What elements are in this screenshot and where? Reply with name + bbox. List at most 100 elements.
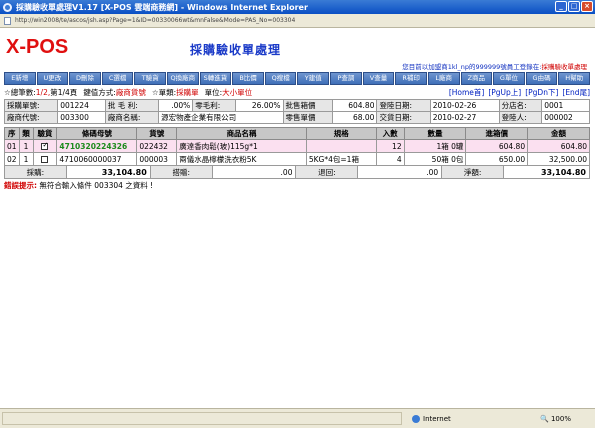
toolbar-button-unit[interactable]: G單位: [493, 72, 525, 85]
table-row[interactable]: 01 1 4710320224326 022432 廣達香肉鬆(玻)115g*1…: [4, 139, 590, 153]
toolbar-button-vendor[interactable]: L廠商: [427, 72, 460, 85]
ie-icon: [3, 2, 12, 12]
table-row[interactable]: 02 1 4710060000037 000003 兩儀水晶檸檬洗衣粉5K 5K…: [4, 152, 590, 166]
status-text-area: [2, 412, 402, 425]
column-header: 貨號: [136, 127, 178, 140]
zoom-control[interactable]: 🔍 100%: [540, 415, 571, 423]
login-user-field[interactable]: 000002: [541, 111, 590, 124]
column-header: 驗貨: [32, 127, 58, 140]
toolbar-button-product[interactable]: Z商品: [460, 72, 493, 85]
minimize-button[interactable]: _: [555, 1, 567, 12]
delivery-date-field[interactable]: 2010-02-27: [429, 111, 500, 124]
column-header: 進箱價: [465, 127, 529, 140]
branch-field[interactable]: 0001: [541, 99, 590, 112]
toolbar-button-reprint[interactable]: R補印: [395, 72, 427, 85]
column-header: 類: [18, 127, 34, 140]
column-header: 序: [4, 127, 20, 140]
row-code: 000003: [136, 152, 178, 166]
row-qty[interactable]: 1箱 0罐: [403, 139, 467, 153]
verify-checkbox[interactable]: [41, 156, 49, 163]
row-type: 1: [18, 139, 34, 153]
toolbar-button-delete[interactable]: D刪除: [69, 72, 101, 85]
vendor-code-field[interactable]: 003300: [57, 111, 106, 124]
retail-price-label: 零售單價: [282, 111, 334, 124]
nav-end-link[interactable]: [End尾]: [562, 87, 590, 98]
address-url[interactable]: http://win2008/te/ascos/jsh.asp?Page=1&I…: [15, 17, 295, 24]
column-header: 數量: [403, 127, 467, 140]
page-label: 第1/4頁: [50, 88, 78, 97]
row-type: 1: [18, 152, 34, 166]
toolbar-button-compare[interactable]: B比價: [232, 72, 264, 85]
globe-icon: [412, 415, 420, 423]
toolbar-button-check-qty[interactable]: V查量: [362, 72, 395, 85]
row-seq: 02: [4, 152, 20, 166]
toolbar-button-verify[interactable]: T驗貨: [134, 72, 167, 85]
vendor-code-label: 廠商代號:: [3, 111, 59, 124]
user-status-suffix: 採購驗收單處理: [541, 63, 588, 71]
toolbar-button-to-purchase[interactable]: S轉進貨: [199, 72, 232, 85]
toolbar-button-update[interactable]: U更改: [36, 72, 69, 85]
zoom-level[interactable]: 100%: [551, 415, 571, 423]
items-table: 序 類 驗貨 條碼母號 貨號 商品名稱 規格 入數 數量 進箱價 金額 01 1…: [4, 127, 590, 166]
toolbar-button-change-vendor[interactable]: Q換廠商: [167, 72, 199, 85]
row-seq: 01: [4, 139, 20, 153]
purchase-total-value: 33,104.80: [65, 165, 151, 179]
type-label: ☆單類:: [151, 88, 177, 97]
unit-value: 大小單位: [222, 88, 253, 97]
login-user-label: 登陸人:: [498, 111, 543, 124]
nav-home-link[interactable]: [Home首]: [449, 87, 485, 98]
column-header: 條碼母號: [56, 127, 138, 140]
row-pack: 4: [375, 152, 405, 166]
vendor-name-field[interactable]: 源宏物產企業有限公司: [158, 111, 284, 124]
table-header-row: 序 類 驗貨 條碼母號 貨號 商品名稱 規格 入數 數量 進箱價 金額: [4, 127, 590, 140]
maximize-button[interactable]: □: [568, 1, 580, 12]
row-qty[interactable]: 50箱 0包: [403, 152, 467, 166]
close-button[interactable]: ×: [581, 1, 593, 12]
row-spec: 5KG*4包=1箱: [305, 152, 377, 166]
row-cost: 604.80: [465, 139, 529, 153]
row-amount: 604.80: [527, 139, 590, 153]
nav-pgdn-link[interactable]: [PgDn下]: [525, 87, 558, 98]
batch-margin-label: 批 毛 利:: [104, 99, 160, 112]
order-no-field[interactable]: 001224: [57, 99, 106, 112]
batch-margin-field[interactable]: .00%: [158, 99, 194, 112]
vendor-name-label: 廠商名稱:: [104, 111, 160, 124]
nav-pgup-link[interactable]: [PgUp上]: [488, 87, 521, 98]
error-message: 無符合輸入條件 003304 之資料 !: [39, 181, 154, 190]
row-verify-cell: [32, 152, 58, 166]
net-value: 33,104.80: [503, 165, 590, 179]
zone-label: Internet: [423, 415, 451, 423]
row-barcode: 4710320224326: [56, 139, 138, 153]
page-title: 採購驗收單處理: [190, 43, 282, 57]
batch-box-price-label: 批售箱價: [282, 99, 334, 112]
toolbar-button-query[interactable]: P查調: [330, 72, 362, 85]
verify-checkbox[interactable]: [41, 141, 49, 150]
zero-margin-label: 零毛利:: [192, 99, 236, 112]
security-zone: Internet: [412, 415, 451, 423]
toolbar-button-search[interactable]: Q搜檔: [264, 72, 297, 85]
column-header: 金額: [527, 127, 590, 140]
zero-margin-field[interactable]: 26.00%: [234, 99, 284, 112]
login-date-field[interactable]: 2010-02-26: [429, 99, 500, 112]
total-value: 1/2,: [35, 88, 51, 97]
retail-price-field[interactable]: 68.00: [332, 111, 378, 124]
action-toolbar: E新增 U更改 D刪除 C選檔 T驗貨 Q換廠商 S轉進貨 B比價 Q搜檔 Y建…: [4, 72, 590, 85]
row-code: 022432: [136, 139, 178, 153]
toolbar-button-new[interactable]: E新增: [4, 72, 36, 85]
row-name: 廣達香肉鬆(玻)115g*1: [176, 139, 307, 153]
error-label: 錯誤提示:: [4, 181, 37, 190]
return-label: 退回:: [295, 165, 359, 179]
row-amount: 32,500.00: [527, 152, 590, 166]
discount-value: .00: [211, 165, 297, 179]
delivery-date-label: 交貨日期:: [376, 111, 431, 124]
address-bar[interactable]: http://win2008/te/ascos/jsh.asp?Page=1&I…: [0, 14, 595, 28]
toolbar-button-select[interactable]: C選檔: [101, 72, 134, 85]
toolbar-button-code[interactable]: G由碼: [525, 72, 558, 85]
window-title: 採購驗收單處理V1.17 [X-POS 雲端商務網] - Windows Int…: [16, 2, 308, 12]
toolbar-button-key[interactable]: Y建值: [297, 72, 330, 85]
page-content: X-POS 採購驗收單處理 您目前以加盟商1kl_np的999999號員工登錄在…: [0, 28, 595, 408]
toolbar-button-help[interactable]: H幫助: [558, 72, 590, 85]
batch-box-price-field[interactable]: 604.80: [332, 99, 378, 112]
order-no-label: 採購單號:: [3, 99, 59, 112]
zoom-icon: 🔍: [540, 415, 549, 423]
